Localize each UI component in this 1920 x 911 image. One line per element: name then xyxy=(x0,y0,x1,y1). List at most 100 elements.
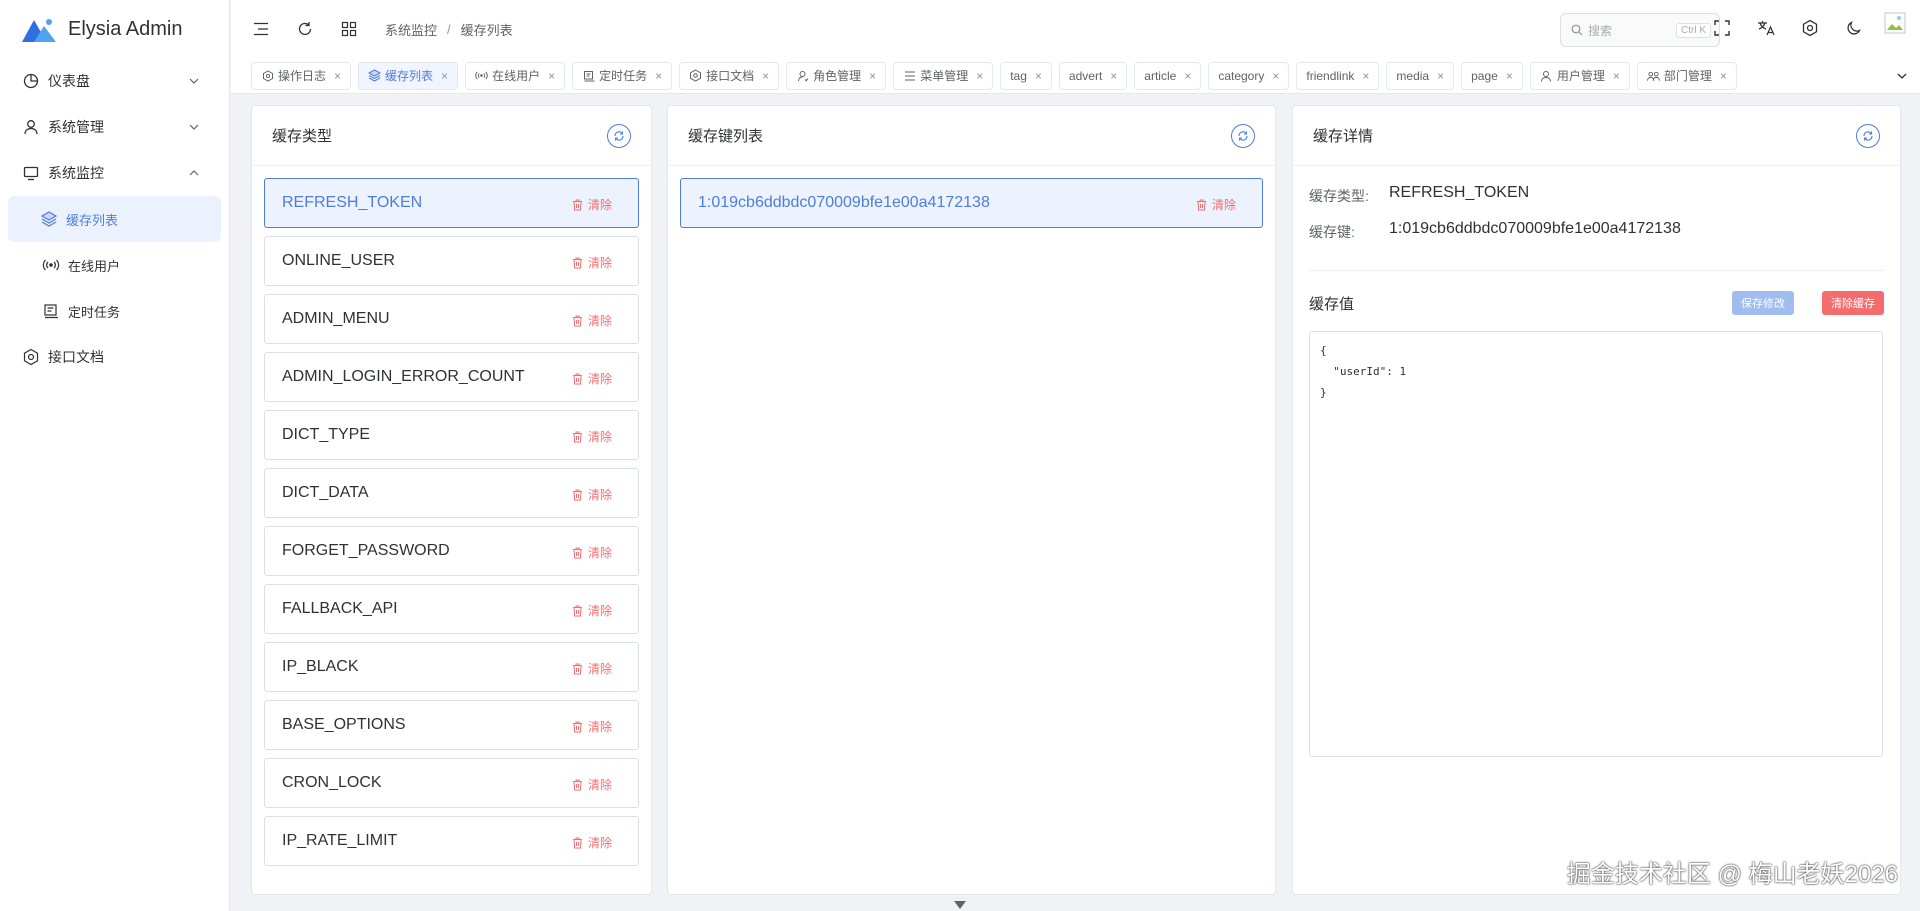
close-icon[interactable]: × xyxy=(1720,69,1727,83)
translate-icon[interactable] xyxy=(1756,18,1776,38)
api-icon xyxy=(22,348,40,366)
detail-body: 缓存类型: REFRESH_TOKEN 缓存键: 1:019cb6ddbdc07… xyxy=(1293,166,1900,775)
sidebar-item-online-users[interactable]: 在线用户 xyxy=(0,242,229,288)
tab-page[interactable]: page × xyxy=(1461,61,1523,90)
delete-button[interactable]: 清除 xyxy=(572,196,612,213)
delete-button[interactable]: 清除 xyxy=(572,602,612,619)
cache-type-item[interactable]: REFRESH_TOKEN 清除 xyxy=(264,178,639,228)
sidebar-item-dashboard[interactable]: 仪表盘 xyxy=(0,58,229,104)
tab-api-docs[interactable]: 接口文档 × xyxy=(679,61,780,90)
cache-type-item[interactable]: IP_RATE_LIMIT 清除 xyxy=(264,816,639,866)
dark-mode-icon[interactable] xyxy=(1844,18,1864,38)
fullscreen-icon[interactable] xyxy=(1712,18,1732,38)
cache-type-item[interactable]: FALLBACK_API 清除 xyxy=(264,584,639,634)
close-icon[interactable]: × xyxy=(655,69,662,83)
tab-cache-list[interactable]: 缓存列表 × xyxy=(358,61,459,90)
close-icon[interactable]: × xyxy=(1362,69,1369,83)
broadcast-icon xyxy=(42,256,60,274)
close-icon[interactable]: × xyxy=(869,69,876,83)
tab-media[interactable]: media × xyxy=(1386,61,1455,90)
tab-user-management[interactable]: 用户管理 × xyxy=(1529,61,1630,90)
breadcrumb-item[interactable]: 系统监控 xyxy=(385,20,437,39)
close-icon[interactable]: × xyxy=(1110,69,1117,83)
close-icon[interactable]: × xyxy=(441,69,448,83)
close-icon[interactable]: × xyxy=(1272,69,1279,83)
delete-button[interactable]: 清除 xyxy=(572,544,612,561)
close-icon[interactable]: × xyxy=(1035,69,1042,83)
refresh-icon xyxy=(614,131,624,141)
tab-role-management[interactable]: 角色管理 × xyxy=(786,61,887,90)
cache-value-header: 缓存值 保存修改 清除缓存 xyxy=(1309,289,1884,317)
refresh-button[interactable] xyxy=(607,124,631,148)
tab-scheduled-tasks[interactable]: 定时任务 × xyxy=(572,61,673,90)
close-icon[interactable]: × xyxy=(762,69,769,83)
avatar[interactable] xyxy=(1884,12,1906,34)
settings-icon[interactable] xyxy=(1800,18,1820,38)
clear-cache-button[interactable]: 清除缓存 xyxy=(1822,291,1884,315)
delete-button[interactable]: 清除 xyxy=(572,834,612,851)
sidebar-item-cache-list[interactable]: 缓存列表 xyxy=(8,196,221,242)
sidebar-item-system-management[interactable]: 系统管理 xyxy=(0,104,229,150)
close-icon[interactable]: × xyxy=(1437,69,1444,83)
tabs-more-button[interactable] xyxy=(1884,58,1920,93)
grid-icon[interactable] xyxy=(339,19,359,39)
cache-type-name: ADMIN_MENU xyxy=(282,310,390,327)
cache-type-item[interactable]: ONLINE_USER 清除 xyxy=(264,236,639,286)
tab-category[interactable]: category × xyxy=(1208,61,1290,90)
delete-button[interactable]: 清除 xyxy=(1196,196,1236,213)
sidebar-item-system-monitor[interactable]: 系统监控 xyxy=(0,150,229,196)
cache-type-item[interactable]: IP_BLACK 清除 xyxy=(264,642,639,692)
close-icon[interactable]: × xyxy=(976,69,983,83)
cache-key-item[interactable]: 1:019cb6ddbdc070009bfe1e00a4172138 清除 xyxy=(680,178,1263,228)
delete-button[interactable]: 清除 xyxy=(572,718,612,735)
tab-dept-management[interactable]: 部门管理 × xyxy=(1636,61,1737,90)
delete-button[interactable]: 清除 xyxy=(572,254,612,271)
delete-button[interactable]: 清除 xyxy=(572,428,612,445)
tab-online-users[interactable]: 在线用户 × xyxy=(465,61,566,90)
tab-label: 接口文档 xyxy=(706,69,755,83)
refresh-button[interactable] xyxy=(1231,124,1255,148)
cache-type-item[interactable]: ADMIN_LOGIN_ERROR_COUNT 清除 xyxy=(264,352,639,402)
sidebar-item-scheduled-tasks[interactable]: 定时任务 xyxy=(0,288,229,334)
cache-type-list: REFRESH_TOKEN 清除 ONLINE_USER 清除 ADMIN_MENU… xyxy=(252,166,651,866)
tab-tag[interactable]: tag × xyxy=(1000,61,1052,90)
delete-button[interactable]: 清除 xyxy=(572,370,612,387)
tab-label: 操作日志 xyxy=(278,69,327,83)
gear-icon xyxy=(261,69,274,82)
tab-operation-log[interactable]: 操作日志 × xyxy=(251,61,352,90)
sidebar-item-label: 缓存列表 xyxy=(66,212,119,228)
close-icon[interactable]: × xyxy=(1184,69,1191,83)
close-icon[interactable]: × xyxy=(1506,69,1513,83)
cache-value-editor[interactable]: { "userId": 1 } xyxy=(1309,331,1883,757)
tab-advert[interactable]: advert × xyxy=(1058,61,1128,90)
cache-type-item[interactable]: DICT_TYPE 清除 xyxy=(264,410,639,460)
triangle-down-icon[interactable] xyxy=(950,899,970,911)
menu-fold-icon[interactable] xyxy=(251,19,271,39)
logo[interactable]: Elysia Admin xyxy=(0,0,229,58)
tab-menu-management[interactable]: 菜单管理 × xyxy=(893,61,994,90)
tab-label: 菜单管理 xyxy=(920,69,969,83)
sidebar-item-api-docs[interactable]: 接口文档 xyxy=(0,334,229,380)
tab-friendlink[interactable]: friendlink × xyxy=(1296,61,1380,90)
refresh-button[interactable] xyxy=(1856,124,1880,148)
delete-button[interactable]: 清除 xyxy=(572,776,612,793)
search-placeholder: 搜索 xyxy=(1588,23,1613,38)
save-button[interactable]: 保存修改 xyxy=(1732,291,1794,315)
delete-button[interactable]: 清除 xyxy=(572,486,612,503)
delete-button[interactable]: 清除 xyxy=(572,312,612,329)
cache-type-item[interactable]: FORGET_PASSWORD 清除 xyxy=(264,526,639,576)
refresh-icon[interactable] xyxy=(295,19,315,39)
panel-header: 缓存键列表 xyxy=(668,106,1275,166)
delete-button[interactable]: 清除 xyxy=(572,660,612,677)
close-icon[interactable]: × xyxy=(1613,69,1620,83)
cache-type-item[interactable]: DICT_DATA 清除 xyxy=(264,468,639,518)
monitor-icon xyxy=(22,164,40,182)
close-icon[interactable]: × xyxy=(334,69,341,83)
close-icon[interactable]: × xyxy=(548,69,555,83)
cache-type-item[interactable]: ADMIN_MENU 清除 xyxy=(264,294,639,344)
cache-type-label: 缓存类型: xyxy=(1309,188,1369,204)
cache-type-item[interactable]: BASE_OPTIONS 清除 xyxy=(264,700,639,750)
cache-type-item[interactable]: CRON_LOCK 清除 xyxy=(264,758,639,808)
tab-article[interactable]: article × xyxy=(1134,61,1202,90)
sidebar: Elysia Admin 仪表盘 系统管理 系统监控 缓存列表 在线用户 定时任… xyxy=(0,0,230,911)
